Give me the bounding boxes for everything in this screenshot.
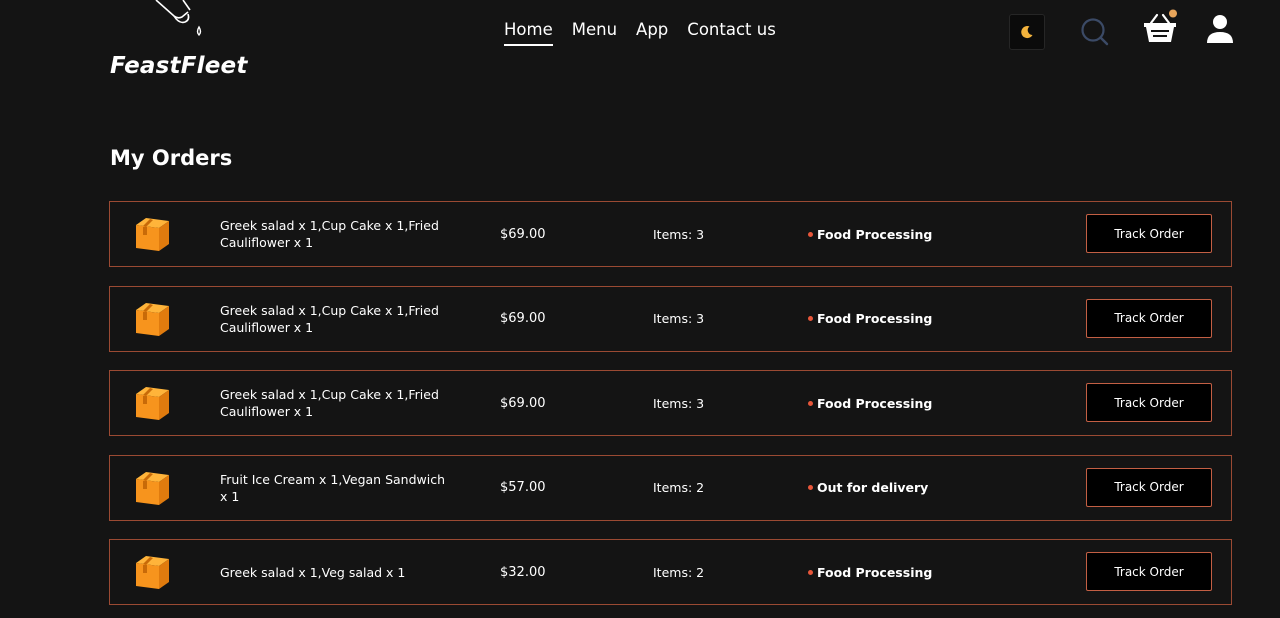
- nav-menu[interactable]: Menu: [572, 20, 617, 46]
- parcel-icon: [136, 556, 169, 589]
- basket-icon[interactable]: [1141, 9, 1179, 47]
- order-status-text: Food Processing: [817, 564, 933, 580]
- logo[interactable]: FeastFleet: [110, 0, 270, 82]
- cart-badge: [1169, 9, 1177, 18]
- search-icon[interactable]: [1079, 16, 1111, 48]
- track-order-button[interactable]: Track Order: [1086, 467, 1212, 507]
- theme-toggle-button[interactable]: [1009, 14, 1045, 50]
- parcel-icon: [136, 387, 169, 420]
- order-row: Greek salad x 1,Cup Cake x 1,Fried Cauli…: [109, 285, 1232, 352]
- order-status-text: Food Processing: [817, 395, 933, 411]
- order-status-text: Food Processing: [817, 311, 933, 326]
- parcel-icon: [136, 302, 169, 336]
- parcel-icon: [136, 471, 169, 505]
- order-item-count: Items: 3: [653, 395, 705, 411]
- page: FeastFleet Home Menu App Contact us My O…: [0, 0, 1280, 618]
- track-order-button[interactable]: Track Order: [1086, 214, 1212, 253]
- nav-contact-us[interactable]: Contact us: [687, 20, 776, 46]
- order-amount: $32.00: [500, 564, 546, 580]
- order-items: Greek salad x 1,Cup Cake x 1,Fried Cauli…: [220, 302, 439, 335]
- moon-icon: [1021, 26, 1033, 39]
- order-row: Fruit Ice Cream x 1,Vegan Sandwich x 1 $…: [109, 454, 1232, 521]
- order-amount: $57.00: [500, 480, 546, 495]
- status-dot: [808, 485, 813, 490]
- order-amount: $69.00: [500, 226, 546, 242]
- nav-home[interactable]: Home: [504, 20, 553, 46]
- logo-text: FeastFleet: [110, 53, 248, 79]
- order-amount: $69.00: [500, 311, 546, 326]
- track-order-button[interactable]: Track Order: [1086, 383, 1212, 422]
- order-row: Greek salad x 1,Veg salad x 1 $32.00 Ite…: [109, 539, 1232, 605]
- page-title: My Orders: [110, 146, 233, 170]
- order-items: Greek salad x 1,Cup Cake x 1,Fried Cauli…: [220, 387, 439, 419]
- parcel-icon: [136, 218, 169, 251]
- order-row: Greek salad x 1,Cup Cake x 1,Fried Cauli…: [109, 370, 1232, 436]
- logo-bottle-icon: [155, 0, 202, 36]
- order-status: Food Processing: [808, 371, 932, 435]
- order-item-count: Items: 3: [653, 226, 705, 242]
- user-icon[interactable]: [1205, 13, 1235, 45]
- order-status-text: Out for delivery: [817, 480, 929, 495]
- order-status: Out for delivery: [808, 456, 928, 520]
- order-items: Fruit Ice Cream x 1,Vegan Sandwich x 1: [220, 471, 446, 504]
- orders-list: Greek salad x 1,Cup Cake x 1,Fried Cauli…: [109, 201, 1232, 618]
- order-status: Food Processing: [808, 202, 932, 266]
- order-items: Greek salad x 1,Veg salad x 1: [220, 564, 406, 580]
- status-dot: [808, 569, 813, 575]
- main-nav: Home Menu App Contact us: [504, 20, 776, 46]
- order-amount: $69.00: [500, 395, 546, 411]
- status-dot: [808, 400, 813, 406]
- status-dot: [808, 231, 813, 237]
- order-item-count: Items: 2: [653, 480, 705, 495]
- order-items: Greek salad x 1,Cup Cake x 1,Fried Cauli…: [220, 218, 439, 250]
- nav-app[interactable]: App: [636, 20, 668, 46]
- order-item-count: Items: 2: [653, 564, 705, 580]
- order-row: Greek salad x 1,Cup Cake x 1,Fried Cauli…: [109, 201, 1232, 267]
- order-status: Food Processing: [808, 287, 932, 351]
- order-status: Food Processing: [808, 540, 932, 604]
- track-order-button[interactable]: Track Order: [1086, 298, 1212, 338]
- status-dot: [808, 316, 813, 321]
- track-order-button[interactable]: Track Order: [1086, 552, 1212, 591]
- order-item-count: Items: 3: [653, 311, 705, 326]
- order-status-text: Food Processing: [817, 226, 933, 242]
